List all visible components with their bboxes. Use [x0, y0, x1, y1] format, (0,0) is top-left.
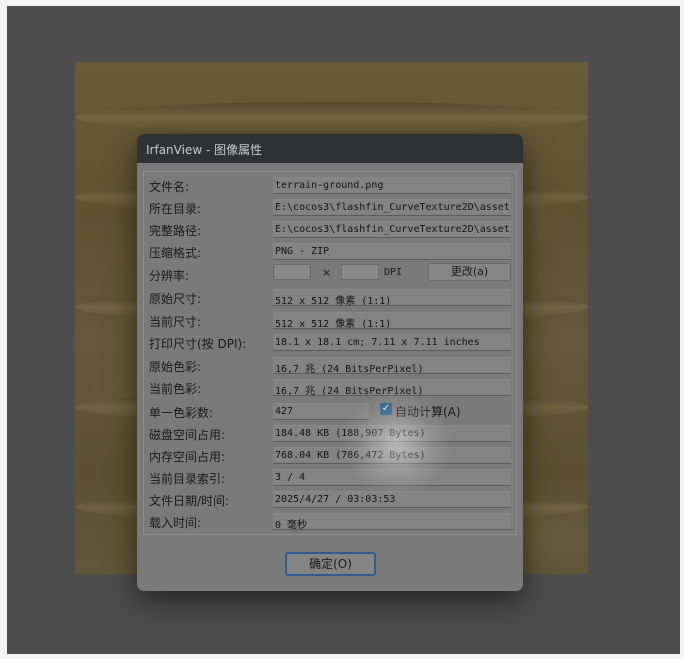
value-load-time[interactable]: 0 毫秒	[273, 513, 511, 530]
row-fullpath: 完整路径: E:\cocos3\flashfin_CurveTexture2D\…	[137, 218, 523, 240]
auto-calc-label[interactable]: 自动计算(A)	[395, 403, 461, 420]
row-load-time: 载入时间: 0 毫秒	[137, 510, 523, 532]
label-load-time: 载入时间:	[149, 516, 202, 530]
label-disk-size: 磁盘空间占用:	[149, 428, 226, 442]
image-properties-dialog: IrfanView - 图像属性 文件名: terrain-ground.png…	[137, 134, 523, 591]
label-original-colors: 原始色彩:	[149, 360, 202, 374]
row-memory-size: 内存空间占用: 768.04 KB (786,472 Bytes)	[137, 444, 523, 466]
row-compression: 压缩格式: PNG - ZIP	[137, 240, 523, 262]
label-unique-colors: 单一色彩数:	[149, 406, 214, 420]
dialog-title: IrfanView - 图像属性	[146, 143, 263, 157]
label-fullpath: 完整路径:	[149, 224, 202, 238]
row-dir-index: 当前目录索引: 3 / 4	[137, 466, 523, 488]
row-resolution: 分辨率: × DPI 更改(a)	[137, 263, 523, 285]
row-current-colors: 当前色彩: 16,7 兆 (24 BitsPerPixel)	[137, 376, 523, 398]
value-compression[interactable]: PNG - ZIP	[273, 243, 511, 260]
value-current-size[interactable]: 512 x 512 像素 (1:1)	[273, 312, 511, 329]
value-filename[interactable]: terrain-ground.png	[273, 177, 511, 194]
screen-frame: IrfanView - 图像属性 文件名: terrain-ground.png…	[0, 0, 684, 659]
resolution-y-input[interactable]	[341, 264, 379, 280]
row-original-size: 原始尺寸: 512 x 512 像素 (1:1)	[137, 286, 523, 308]
value-disk-size[interactable]: 184.48 KB (188,907 Bytes)	[273, 425, 511, 442]
label-memory-size: 内存空间占用:	[149, 450, 226, 464]
label-dir-index: 当前目录索引:	[149, 472, 226, 486]
row-original-colors: 原始色彩: 16,7 兆 (24 BitsPerPixel)	[137, 354, 523, 376]
value-original-size[interactable]: 512 x 512 像素 (1:1)	[273, 289, 511, 306]
resolution-unit: DPI	[384, 267, 403, 278]
value-directory[interactable]: E:\cocos3\flashfin_CurveTexture2D\asset	[273, 199, 511, 216]
row-directory: 所在目录: E:\cocos3\flashfin_CurveTexture2D\…	[137, 196, 523, 218]
value-fullpath[interactable]: E:\cocos3\flashfin_CurveTexture2D\asset	[273, 221, 511, 238]
label-compression: 压缩格式:	[149, 246, 202, 260]
label-directory: 所在目录:	[149, 202, 202, 216]
label-filename: 文件名:	[149, 180, 190, 194]
label-print-size: 打印尺寸(按 DPI):	[149, 337, 247, 351]
row-print-size: 打印尺寸(按 DPI): 18.1 x 18.1 cm; 7.11 x 7.11…	[137, 331, 523, 353]
resolution-x-input[interactable]	[273, 264, 311, 280]
label-original-size: 原始尺寸:	[149, 292, 202, 306]
label-file-date: 文件日期/时间:	[149, 494, 230, 508]
value-current-colors[interactable]: 16,7 兆 (24 BitsPerPixel)	[273, 379, 511, 396]
row-current-size: 当前尺寸: 512 x 512 像素 (1:1)	[137, 309, 523, 331]
row-disk-size: 磁盘空间占用: 184.48 KB (188,907 Bytes)	[137, 422, 523, 444]
row-filename: 文件名: terrain-ground.png	[137, 174, 523, 196]
row-unique-colors: 单一色彩数: 427 ✓ 自动计算(A)	[137, 400, 523, 422]
ok-button[interactable]: 确定(O)	[285, 552, 376, 576]
label-current-size: 当前尺寸:	[149, 315, 202, 329]
value-memory-size[interactable]: 768.04 KB (786,472 Bytes)	[273, 447, 511, 464]
value-original-colors[interactable]: 16,7 兆 (24 BitsPerPixel)	[273, 357, 511, 374]
value-unique-colors[interactable]: 427	[273, 403, 369, 420]
change-resolution-button[interactable]: 更改(a)	[428, 263, 511, 281]
auto-calc-checkbox[interactable]: ✓	[380, 403, 392, 415]
row-file-date: 文件日期/时间: 2025/4/27 / 03:03:53	[137, 488, 523, 510]
resolution-separator: ×	[322, 266, 332, 279]
label-resolution: 分辨率:	[149, 269, 190, 283]
value-file-date[interactable]: 2025/4/27 / 03:03:53	[273, 491, 511, 508]
label-current-colors: 当前色彩:	[149, 382, 202, 396]
dialog-titlebar[interactable]: IrfanView - 图像属性	[137, 134, 523, 163]
value-print-size[interactable]: 18.1 x 18.1 cm; 7.11 x 7.11 inches	[273, 334, 511, 351]
value-dir-index[interactable]: 3 / 4	[273, 469, 511, 486]
